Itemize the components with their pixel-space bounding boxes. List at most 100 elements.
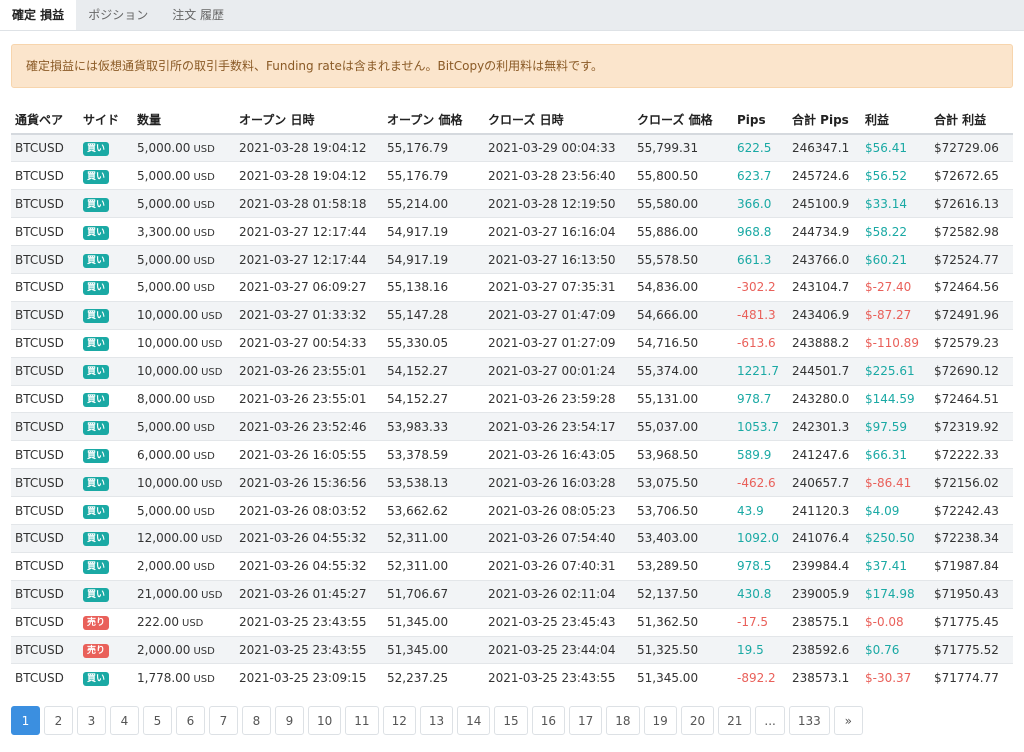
quantity-unit: USD <box>193 255 215 267</box>
page-1-button[interactable]: 1 <box>11 706 40 735</box>
quantity-unit: USD <box>193 562 215 574</box>
col-header-open-price[interactable]: オープン 価格 <box>383 106 484 135</box>
table-row: BTCUSD 買い 10,000.00 USD 2021-03-27 00:54:33 5… <box>11 328 1013 358</box>
open-time-cell: 2021-03-26 08:03:52 <box>235 496 383 525</box>
page-3-button[interactable]: 3 <box>77 706 106 735</box>
profit-cell: $66.31 <box>861 440 930 469</box>
page-133-button[interactable]: 133 <box>788 706 830 735</box>
table-row: BTCUSD 買い 5,000.00 USD 2021-03-26 23:52:46 53… <box>11 412 1013 441</box>
quantity-value: 6,000.00 <box>137 447 191 462</box>
page-5-button[interactable]: 5 <box>143 706 172 735</box>
side-cell: 買い <box>79 217 133 246</box>
open-price-cell: 54,152.27 <box>383 356 484 386</box>
page-10-button[interactable]: 10 <box>308 706 342 735</box>
col-header-total-pips[interactable]: 合計 Pips <box>788 106 861 135</box>
page-21-button[interactable]: 21 <box>718 706 752 735</box>
tab-positions[interactable]: ポジション <box>76 0 160 30</box>
page-20-button[interactable]: 20 <box>680 706 715 735</box>
total-profit-cell: $72464.56 <box>930 272 1013 302</box>
pair-cell: BTCUSD <box>11 133 79 162</box>
close-time-cell: 2021-03-25 23:44:04 <box>484 635 633 664</box>
open-time-cell: 2021-03-26 16:05:55 <box>235 440 383 469</box>
quantity-unit: USD <box>193 199 215 211</box>
side-cell: 買い <box>79 356 133 386</box>
side-badge: 買い <box>83 225 110 240</box>
side-badge: 買い <box>83 504 110 519</box>
quantity-cell: 3,300.00 USD <box>133 217 235 246</box>
table-row: BTCUSD 売り 222.00 USD 2021-03-25 23:43:55 51,3… <box>11 607 1013 637</box>
col-header-total-profit[interactable]: 合計 利益 <box>930 106 1013 135</box>
profit-cell: $-86.41 <box>861 468 930 497</box>
close-price-cell: 54,716.50 <box>633 328 733 358</box>
close-time-cell: 2021-03-26 07:40:31 <box>484 551 633 581</box>
page-12-button[interactable]: 12 <box>382 706 416 735</box>
total-pips-cell: 244501.7 <box>788 356 861 386</box>
page-15-button[interactable]: 15 <box>494 706 528 735</box>
pips-cell: 1053.7 <box>733 412 788 441</box>
trades-table: 通貨ペア サイド 数量 オープン 日時 オープン 価格 クローズ 日時 クローズ… <box>11 106 1013 692</box>
col-header-profit[interactable]: 利益 <box>861 106 930 135</box>
page-4-button[interactable]: 4 <box>110 706 139 735</box>
page-8-button[interactable]: 8 <box>242 706 271 735</box>
pips-cell: -302.2 <box>733 272 788 302</box>
side-badge: 買い <box>83 560 110 575</box>
total-profit-cell: $71775.45 <box>930 607 1013 637</box>
quantity-unit: USD <box>201 590 223 602</box>
page-2-button[interactable]: 2 <box>44 706 73 735</box>
close-price-cell: 54,836.00 <box>633 272 733 302</box>
table-row: BTCUSD 買い 5,000.00 USD 2021-03-28 19:04:12 55… <box>11 133 1013 162</box>
side-cell: 買い <box>79 663 133 692</box>
pair-cell: BTCUSD <box>11 189 79 218</box>
open-price-cell: 55,214.00 <box>383 189 484 218</box>
total-profit-cell: $72690.12 <box>930 356 1013 386</box>
quantity-unit: USD <box>193 144 215 156</box>
col-header-pair[interactable]: 通貨ペア <box>11 106 79 135</box>
page-17-button[interactable]: 17 <box>568 706 603 735</box>
next-page-button[interactable]: » <box>833 706 863 735</box>
pips-cell: 978.5 <box>733 551 788 581</box>
open-price-cell: 55,176.79 <box>383 161 484 190</box>
tab-realized-pnl[interactable]: 確定 損益 <box>0 0 77 30</box>
quantity-cell: 2,000.00 USD <box>133 551 235 581</box>
page-6-button[interactable]: 6 <box>176 706 205 735</box>
table-row: BTCUSD 買い 5,000.00 USD 2021-03-27 06:09:27 55… <box>11 272 1013 302</box>
page-18-button[interactable]: 18 <box>606 706 640 735</box>
quantity-unit: USD <box>193 171 215 183</box>
col-header-quantity[interactable]: 数量 <box>133 106 235 135</box>
profit-cell: $4.09 <box>861 496 930 525</box>
page-16-button[interactable]: 16 <box>531 706 565 735</box>
page-14-button[interactable]: 14 <box>457 706 491 735</box>
pips-cell: 1092.0 <box>733 523 788 553</box>
total-pips-cell: 242301.3 <box>788 412 861 441</box>
page-7-button[interactable]: 7 <box>209 706 238 735</box>
page-19-button[interactable]: 19 <box>643 706 677 735</box>
col-header-side[interactable]: サイド <box>79 106 133 135</box>
open-price-cell: 51,345.00 <box>383 635 484 664</box>
open-price-cell: 55,176.79 <box>383 133 484 162</box>
side-badge: 買い <box>83 420 110 435</box>
open-time-cell: 2021-03-25 23:43:55 <box>235 607 383 637</box>
col-header-pips[interactable]: Pips <box>733 106 788 135</box>
open-time-cell: 2021-03-26 23:52:46 <box>235 412 383 441</box>
pair-cell: BTCUSD <box>11 217 79 246</box>
page-9-button[interactable]: 9 <box>275 706 304 735</box>
page-11-button[interactable]: 11 <box>345 706 379 735</box>
pips-cell: 589.9 <box>733 440 788 469</box>
close-time-cell: 2021-03-27 16:13:50 <box>484 245 633 274</box>
total-profit-cell: $72242.43 <box>930 496 1013 525</box>
quantity-unit: USD <box>193 506 215 518</box>
page-13-button[interactable]: 13 <box>419 706 454 735</box>
open-time-cell: 2021-03-25 23:09:15 <box>235 663 383 692</box>
open-time-cell: 2021-03-26 15:36:56 <box>235 468 383 497</box>
tab-bar: 確定 損益 ポジション 注文 履歴 <box>0 0 1024 31</box>
pair-cell: BTCUSD <box>11 663 79 692</box>
open-price-cell: 54,152.27 <box>383 384 484 413</box>
col-header-open-time[interactable]: オープン 日時 <box>235 106 383 135</box>
table-row: BTCUSD 買い 2,000.00 USD 2021-03-26 04:55:32 52… <box>11 551 1013 581</box>
tab-order-history[interactable]: 注文 履歴 <box>160 0 236 30</box>
total-profit-cell: $71950.43 <box>930 579 1013 609</box>
col-header-close-price[interactable]: クローズ 価格 <box>633 106 733 135</box>
close-price-cell: 55,037.00 <box>633 412 733 441</box>
col-header-close-time[interactable]: クローズ 日時 <box>484 106 633 135</box>
pagination: 1 2 3 4 5 6 7 8 9 10 11 12 13 14 15 16 17 18 19 20 21... 133» <box>11 706 863 735</box>
